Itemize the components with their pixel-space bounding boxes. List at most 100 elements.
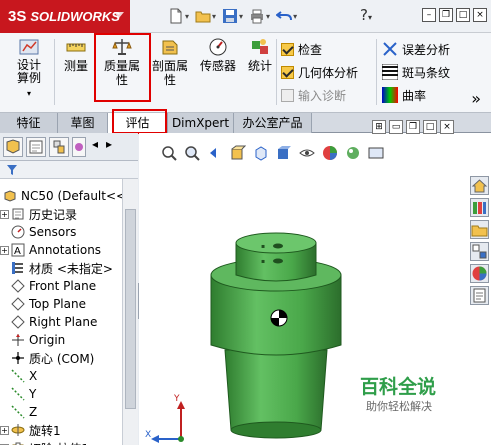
design-study-button[interactable]: 设计算例 ▾	[6, 37, 52, 101]
graphics-area[interactable]: ▪ ▪ Y X 百科全说 助你轻松解决	[139, 133, 491, 445]
tile-icon[interactable]: ▭	[389, 120, 403, 134]
check-label: 检查	[298, 42, 323, 57]
tree-filter[interactable]	[0, 161, 138, 179]
cut-extrude-icon	[12, 442, 24, 445]
scrollbar-thumb[interactable]	[125, 209, 136, 409]
tree-item[interactable]: Top Plane	[0, 295, 86, 313]
doc-maximize-icon[interactable]: □	[423, 120, 437, 134]
axis-icon	[11, 369, 25, 383]
undo-button[interactable]: ▾	[276, 6, 297, 26]
file-explorer-icon[interactable]	[470, 220, 489, 239]
help-icon: ?	[360, 6, 368, 24]
measure-button[interactable]: 测量	[60, 37, 92, 73]
zoom-to-fit-icon[interactable]	[161, 145, 177, 161]
doc-restore-icon[interactable]: ❐	[406, 120, 420, 134]
view-orientation-icon[interactable]	[253, 145, 269, 161]
restore-icon[interactable]: ❐	[439, 8, 453, 22]
quick-access-toolbar: ▾ ▾ ▾ ▾ ▾	[168, 6, 297, 26]
new-button[interactable]: ▾	[168, 6, 189, 26]
view-settings-icon[interactable]	[368, 145, 384, 161]
appearances-icon[interactable]	[470, 264, 489, 283]
import-diagnostics-button[interactable]: 输入诊断	[281, 85, 346, 105]
section-view-icon[interactable]	[230, 145, 247, 161]
curvature-button[interactable]: 曲率	[382, 85, 426, 105]
tree-item[interactable]: Sensors	[0, 223, 76, 241]
tree-item-label: Top Plane	[29, 297, 86, 311]
custom-properties-icon[interactable]	[470, 286, 489, 305]
tree-item[interactable]: Front Plane	[0, 277, 96, 295]
expand-icon[interactable]: +	[0, 209, 9, 219]
zoom-area-icon[interactable]	[184, 145, 200, 161]
previous-view-icon[interactable]	[207, 145, 223, 161]
print-button[interactable]: ▾	[249, 6, 270, 26]
solidworks-logo[interactable]: 3S SOLIDWORKS	[0, 0, 130, 33]
axis-icon	[11, 405, 25, 419]
tree-item[interactable]: X	[0, 367, 37, 385]
doc-close-icon[interactable]: ×	[440, 120, 454, 134]
watermark-subtitle: 助你轻松解决	[366, 400, 432, 413]
maximize-icon[interactable]: □	[456, 8, 470, 22]
chevron-down-icon: ▾	[367, 13, 372, 22]
open-folder-icon	[195, 11, 211, 23]
display-tab-icon[interactable]	[72, 137, 86, 157]
statistics-button[interactable]: 统计	[244, 37, 276, 73]
tree-item[interactable]: 材质 <未指定>	[0, 259, 113, 277]
open-button[interactable]: ▾	[195, 6, 216, 26]
section-properties-icon	[162, 40, 178, 55]
panel-scroll-left-icon[interactable]: ◂	[92, 137, 106, 157]
minimize-icon[interactable]: –	[422, 8, 436, 22]
expand-icon[interactable]: +	[0, 425, 9, 435]
tree-item-label: X	[29, 369, 38, 383]
center-of-mass-symbol[interactable]	[270, 309, 288, 327]
sensor-button[interactable]: 传感器	[196, 37, 240, 73]
tree-item-label: Y	[29, 387, 37, 401]
tree-scrollbar[interactable]	[122, 179, 138, 445]
configuration-tab-icon[interactable]	[49, 137, 69, 157]
deviation-analysis-button[interactable]: 误差分析	[382, 39, 450, 59]
expand-icon[interactable]: +	[0, 245, 9, 255]
tree-item[interactable]: Right Plane	[0, 313, 97, 331]
geometry-analysis-button[interactable]: 几何体分析	[281, 62, 358, 82]
feature-tree-tab-icon[interactable]	[3, 137, 23, 157]
property-manager-tab-icon[interactable]	[26, 137, 46, 157]
tree-item[interactable]: + 历史记录	[0, 205, 77, 223]
window-controls: – ❐ □ ×	[422, 8, 487, 22]
tree-item[interactable]: +切除-拉伸1	[0, 439, 89, 445]
home-icon[interactable]	[470, 176, 489, 195]
triad-y-label: Y	[173, 394, 180, 404]
tree-item-label: Z	[29, 405, 38, 419]
help-button[interactable]: ?▾	[360, 6, 372, 24]
design-library-icon[interactable]	[470, 198, 489, 217]
feature-tree: + 历史记录 Sensors + A Annotations 材质 <未指定> Front P…	[0, 179, 122, 445]
tab-office-products[interactable]: 办公室产品	[234, 113, 312, 133]
zebra-stripes-button[interactable]: 斑马条纹	[382, 62, 450, 82]
tree-item[interactable]: 质心 (COM)	[0, 349, 94, 367]
tree-item[interactable]: + A Annotations	[0, 241, 101, 259]
view-palette-icon[interactable]	[470, 242, 489, 261]
new-document-icon	[170, 8, 182, 24]
panel-scroll-right-icon[interactable]: ▸	[106, 137, 120, 157]
save-button[interactable]: ▾	[222, 6, 243, 26]
sensor-icon	[209, 38, 227, 56]
more-commands-button[interactable]: »	[471, 89, 481, 108]
tree-item[interactable]: + 旋转1	[0, 421, 61, 439]
check-button[interactable]: 检查	[281, 39, 322, 59]
feature-manager-panel: ◂ ▸ NC50 (Default<< + 历史记录 Sensors + A Annota…	[0, 133, 138, 445]
tree-item[interactable]: Y	[0, 385, 36, 403]
chevron-down-icon: ▾	[266, 11, 271, 21]
close-icon[interactable]: ×	[473, 8, 487, 22]
display-style-icon[interactable]	[276, 145, 292, 161]
part-model[interactable]: ▪ ▪	[201, 225, 351, 445]
curvature-label: 曲率	[402, 88, 427, 103]
tab-dimxpert[interactable]: DimXpert	[168, 113, 234, 133]
section-properties-button[interactable]: 剖面属性	[150, 37, 190, 87]
tab-features[interactable]: 特征	[0, 113, 58, 133]
apply-scene-icon[interactable]	[345, 145, 361, 161]
tab-sketch[interactable]: 草图	[58, 113, 108, 133]
ribbon-separator	[54, 39, 55, 105]
tree-item[interactable]: Z	[0, 403, 37, 421]
pin-icon[interactable]: ⊞	[372, 120, 386, 134]
tree-item[interactable]: Origin	[0, 331, 65, 349]
edit-appearance-icon[interactable]	[322, 145, 338, 161]
hide-show-items-icon[interactable]	[299, 145, 315, 161]
